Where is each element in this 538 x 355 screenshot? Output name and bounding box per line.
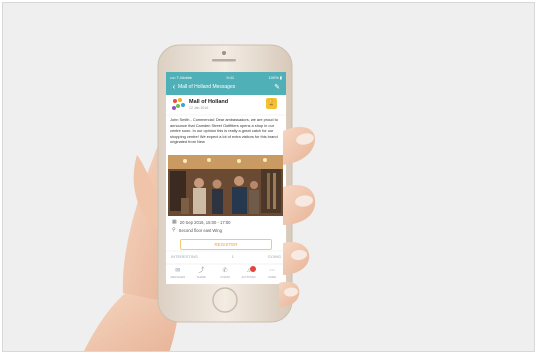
post-header: Mall of Holland 12 Jan 2016 🏆 — [172, 98, 280, 114]
tab-bar: ✉ MESSAGES ⤴ SHARE ✆ FORUM ♫ ACTIVITIES … — [166, 265, 284, 282]
interest-count: 1 — [231, 254, 234, 259]
interesting-button[interactable]: INTERESTING — [171, 254, 198, 262]
home-button[interactable] — [212, 287, 238, 313]
post-date: 12 Jan 2016 — [189, 106, 209, 110]
phone-icon: ✆ — [222, 268, 228, 274]
tab-more[interactable]: ⋯ MORE — [261, 268, 283, 279]
bell-icon: ♫ — [246, 268, 251, 274]
brand-logo — [172, 98, 185, 111]
rsvp-row: INTERESTING 1 GOING — [171, 254, 281, 262]
nav-bar: ‹ Mall of Holland Messages ✎ — [170, 81, 282, 93]
event-date: 20 Sep 2016, 15:00 - 17:00 — [179, 219, 231, 225]
tab-forum[interactable]: ✆ FORUM — [214, 268, 236, 279]
event-location-row: ⚲ Second floor east Wing — [172, 227, 222, 233]
calendar-icon: ▦ — [172, 219, 177, 225]
tab-label: FORUM — [220, 276, 230, 279]
tab-activities[interactable]: ♫ ACTIVITIES — [238, 268, 260, 279]
trophy-icon[interactable]: 🏆 — [266, 98, 277, 109]
status-bar: •••• T-Mobile 9:41 100% ▮ — [170, 73, 282, 81]
clock-text: 9:41 — [226, 74, 235, 80]
event-photo — [168, 155, 283, 216]
nav-title: Mall of Holland Messages — [178, 84, 236, 90]
share-icon: ⤴ — [198, 268, 205, 274]
dots-icon: ⋯ — [269, 268, 276, 274]
front-camera — [222, 51, 226, 55]
photo-frame: •••• T-Mobile 9:41 100% ▮ ‹ Mall of Holl… — [2, 2, 535, 352]
brand-name: Mall of Holland — [189, 99, 229, 105]
hand-holding-phone — [84, 44, 316, 351]
earpiece — [212, 59, 236, 62]
tab-label: MESSAGES — [170, 276, 186, 279]
tab-messages[interactable]: ✉ MESSAGES — [167, 268, 189, 279]
going-button[interactable]: GOING — [268, 254, 281, 262]
event-date-row: ▦ 20 Sep 2016, 15:00 - 17:00 — [172, 219, 231, 225]
tab-share[interactable]: ⤴ SHARE — [190, 268, 212, 279]
carrier-text: •••• T-Mobile — [170, 74, 192, 80]
battery-text: 100% ▮ — [268, 74, 282, 80]
index-finger — [283, 126, 316, 165]
chevron-left-icon[interactable]: ‹ — [170, 83, 178, 91]
register-button[interactable]: REGISTER — [180, 239, 272, 250]
pencil-icon[interactable]: ✎ — [272, 83, 282, 91]
tab-label: ACTIVITIES — [241, 276, 256, 279]
location-pin-icon: ⚲ — [172, 227, 176, 233]
tab-label: SHARE — [196, 276, 206, 279]
envelope-icon: ✉ — [175, 268, 181, 274]
tab-label: MORE — [268, 276, 277, 279]
event-location: Second floor east Wing — [178, 227, 222, 233]
post-message: John Smith - Commercial: Dear ambassador… — [170, 117, 278, 145]
